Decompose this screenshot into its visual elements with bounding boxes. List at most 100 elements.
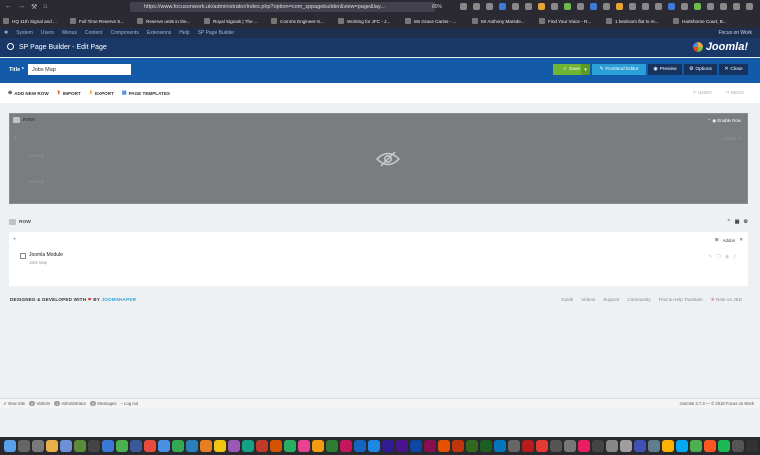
app-icon[interactable]: [508, 440, 520, 452]
home-icon[interactable]: ⌂: [43, 3, 47, 11]
add-addon-button[interactable]: ⊞ Addon ✕: [715, 237, 743, 243]
app-icon[interactable]: [704, 440, 716, 452]
trash-icon[interactable]: ▯: [733, 254, 736, 260]
columns-icon[interactable]: ▦: [735, 219, 740, 225]
library-icon[interactable]: [512, 3, 519, 10]
whatsapp-icon[interactable]: [690, 440, 702, 452]
joomla-module-addon[interactable]: Joomla Module Jobs Map: [20, 252, 63, 265]
tools-icon[interactable]: ⚒: [31, 3, 37, 11]
bookmark[interactable]: Royal Signals | The ...: [201, 18, 268, 24]
illustrator-icon[interactable]: [438, 440, 450, 452]
bookmark[interactable]: Reserve units in the...: [134, 18, 201, 24]
app-icon[interactable]: [32, 440, 44, 452]
logout-link[interactable]: − Log out: [120, 401, 138, 406]
launchpad-icon[interactable]: [18, 440, 30, 452]
app-icon[interactable]: [102, 440, 114, 452]
app-icon[interactable]: [634, 440, 646, 452]
pocket-icon[interactable]: [473, 3, 480, 10]
sidebar-icon[interactable]: [525, 3, 532, 10]
url-bar[interactable]: https://www.focusonwork.uk/administrator…: [130, 2, 435, 12]
app-icon[interactable]: [564, 440, 576, 452]
app-icon[interactable]: [88, 440, 100, 452]
frontend-editor-button[interactable]: ✎ Frontend Editor: [592, 64, 646, 75]
app-icon[interactable]: [480, 440, 492, 452]
filezilla-icon[interactable]: [522, 440, 534, 452]
toggle-icon[interactable]: ◉: [725, 254, 729, 260]
bookmark[interactable]: 1 bedroom flat to re...: [603, 18, 670, 24]
after-effects-icon[interactable]: [382, 440, 394, 452]
add-new-row-button[interactable]: ⊕ ADD NEW ROW: [8, 90, 49, 96]
indesign-icon[interactable]: [424, 440, 436, 452]
add-column-icon[interactable]: +: [13, 237, 17, 243]
heading-addon[interactable]: Heading: [28, 179, 44, 184]
app-icon[interactable]: [270, 440, 282, 452]
site-name-link[interactable]: Focus on Work: [718, 30, 752, 36]
finder-icon[interactable]: [4, 440, 16, 452]
app-icon[interactable]: [620, 440, 632, 452]
extension-icon[interactable]: [616, 3, 623, 10]
app-icon[interactable]: [592, 440, 604, 452]
extension-icon[interactable]: [720, 3, 727, 10]
download-icon[interactable]: [499, 3, 506, 10]
guide-link[interactable]: Guide: [561, 297, 573, 303]
menu-extensions[interactable]: Extensions: [147, 30, 171, 36]
menu-sp-page-builder[interactable]: SP Page Builder: [198, 30, 235, 36]
menu-components[interactable]: Components: [110, 30, 138, 36]
close-button[interactable]: ✕ Close: [719, 64, 748, 75]
options-button[interactable]: ⚙ Options: [684, 64, 717, 75]
app-icon[interactable]: [130, 440, 142, 452]
page-templates-button[interactable]: ▤ PAGE TEMPLATES: [122, 90, 170, 96]
save-button[interactable]: ✓ Save ▾: [553, 64, 590, 75]
app-icon[interactable]: [732, 440, 744, 452]
joomshaper-link[interactable]: JOOMSHAPER: [101, 297, 136, 302]
app-icon[interactable]: [676, 440, 688, 452]
bookmark[interactable]: Working for JFC - J...: [335, 18, 402, 24]
undo-button[interactable]: ↶ UNDO: [693, 90, 712, 96]
menu-users[interactable]: Users: [41, 30, 54, 36]
menu-dots-icon[interactable]: [460, 3, 467, 10]
chrome-icon[interactable]: [172, 440, 184, 452]
view-site-link[interactable]: ⇗ View Site: [3, 401, 25, 406]
bookmark[interactable]: Full Time Reserve S...: [67, 18, 134, 24]
audition-icon[interactable]: [396, 440, 408, 452]
bookmark[interactable]: Ms Grace Carins - ...: [402, 18, 469, 24]
extension-icon[interactable]: [629, 3, 636, 10]
bookmark[interactable]: Mr Anthony Marsde...: [469, 18, 536, 24]
app-icon[interactable]: [186, 440, 198, 452]
app-icon[interactable]: [242, 440, 254, 452]
bookmark[interactable]: HQ 11th Signal and ...: [0, 18, 67, 24]
translate-link[interactable]: Find & Help Translate: [659, 297, 703, 303]
extension-icon[interactable]: [733, 3, 740, 10]
zoom-level[interactable]: 80%: [432, 4, 442, 10]
spotify-icon[interactable]: [718, 440, 730, 452]
extension-icon[interactable]: [655, 3, 662, 10]
title-field[interactable]: [28, 64, 131, 75]
heading-addon[interactable]: Heading: [28, 153, 44, 158]
app-icon[interactable]: [550, 440, 562, 452]
redo-button[interactable]: ↷ REDO: [726, 90, 744, 96]
extension-icon[interactable]: [590, 3, 597, 10]
extension-icon[interactable]: [642, 3, 649, 10]
row-settings-icon[interactable]: ⚙: [744, 219, 748, 225]
enable-row-button[interactable]: ⌃ ◉ Enable Row: [707, 118, 741, 124]
app-icon[interactable]: [662, 440, 674, 452]
app-icon[interactable]: [746, 440, 758, 452]
bridge-icon[interactable]: [452, 440, 464, 452]
app-icon[interactable]: [648, 440, 660, 452]
support-link[interactable]: Support: [603, 297, 619, 303]
app-icon[interactable]: [74, 440, 86, 452]
add-column-icon[interactable]: +: [14, 136, 18, 142]
export-button[interactable]: ⬇ EXPORT: [89, 90, 114, 96]
app-icon[interactable]: [536, 440, 548, 452]
extension-icon[interactable]: [551, 3, 558, 10]
rate-jed-link[interactable]: ✱ Rate on JED: [711, 297, 742, 303]
app-icon[interactable]: [256, 440, 268, 452]
extension-icon[interactable]: [707, 3, 714, 10]
save-dropdown-toggle[interactable]: ▾: [581, 64, 590, 75]
community-link[interactable]: Community: [627, 297, 650, 303]
extension-icon[interactable]: [603, 3, 610, 10]
app-icon[interactable]: [60, 440, 72, 452]
extension-icon[interactable]: [577, 3, 584, 10]
menu-system[interactable]: System: [16, 30, 33, 36]
hamburger-menu-icon[interactable]: [746, 3, 753, 10]
